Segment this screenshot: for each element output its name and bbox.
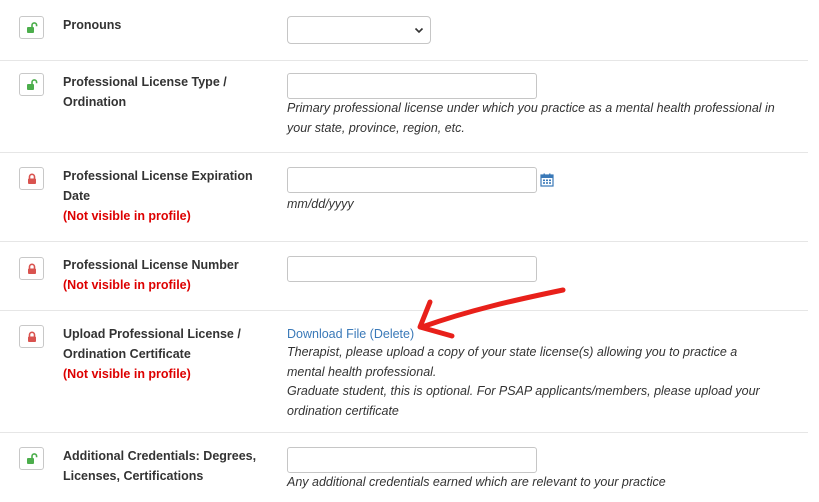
field-help-text: Primary professional license under which… (287, 101, 775, 135)
privacy-toggle-button[interactable] (19, 257, 44, 280)
unlocked-icon (26, 78, 37, 90)
not-visible-note: (Not visible in profile) (63, 209, 191, 223)
lock-icon (27, 263, 36, 274)
field-label: Professional License Number (Not visible… (63, 255, 263, 295)
pronouns-select[interactable] (287, 16, 431, 44)
additional-credentials-input[interactable] (287, 447, 537, 473)
field-row-additional-credentials: Additional Credentials: Degrees, License… (0, 432, 808, 502)
privacy-toggle-button[interactable] (19, 325, 44, 348)
field-label-text: Upload Professional License / Ordination… (63, 327, 241, 361)
field-label: Additional Credentials: Degrees, License… (63, 446, 263, 486)
date-format-hint: mm/dd/yyyy (287, 197, 354, 211)
field-label-text: Professional License Type / Ordination (63, 75, 227, 109)
unlocked-icon (26, 21, 37, 33)
privacy-toggle-button[interactable] (19, 167, 44, 190)
expiration-date-input[interactable] (287, 167, 537, 193)
field-row-license-number: Professional License Number (Not visible… (0, 241, 808, 311)
license-type-input[interactable] (287, 73, 537, 99)
field-row-pronouns: Pronouns (0, 0, 808, 61)
upload-help-text: Therapist, please upload a copy of your … (287, 343, 777, 421)
field-label-text: Additional Credentials: Degrees, License… (63, 449, 257, 483)
field-label-text: Pronouns (63, 18, 122, 32)
not-visible-note: (Not visible in profile) (63, 367, 191, 381)
lock-icon (27, 331, 36, 342)
field-label-text: Professional License Expiration Date (63, 169, 253, 203)
help-line-graduate: Graduate student, this is optional. For … (287, 384, 760, 418)
field-row-license-expiration: Professional License Expiration Date (No… (0, 152, 808, 242)
help-line-therapist: Therapist, please upload a copy of your … (287, 345, 738, 379)
field-row-upload-license: Upload Professional License / Ordination… (0, 310, 808, 433)
unlocked-icon (26, 452, 37, 464)
field-row-license-type: Professional License Type / Ordination P… (0, 60, 808, 153)
field-label: Professional License Expiration Date (No… (63, 166, 258, 226)
not-visible-note: (Not visible in profile) (63, 278, 191, 292)
field-label: Upload Professional License / Ordination… (63, 324, 248, 384)
field-help-text: Any additional credentials earned which … (287, 475, 666, 489)
license-number-input[interactable] (287, 256, 537, 282)
field-label-text: Professional License Number (63, 258, 239, 272)
download-file-link[interactable]: Download File (Delete) (287, 325, 414, 344)
privacy-toggle-button[interactable] (19, 447, 44, 470)
chevron-down-icon (414, 27, 424, 34)
lock-icon (27, 173, 36, 184)
field-label: Pronouns (63, 15, 268, 35)
field-label: Professional License Type / Ordination (63, 72, 248, 112)
privacy-toggle-button[interactable] (19, 73, 44, 96)
privacy-toggle-button[interactable] (19, 16, 44, 39)
calendar-icon[interactable] (540, 173, 554, 187)
